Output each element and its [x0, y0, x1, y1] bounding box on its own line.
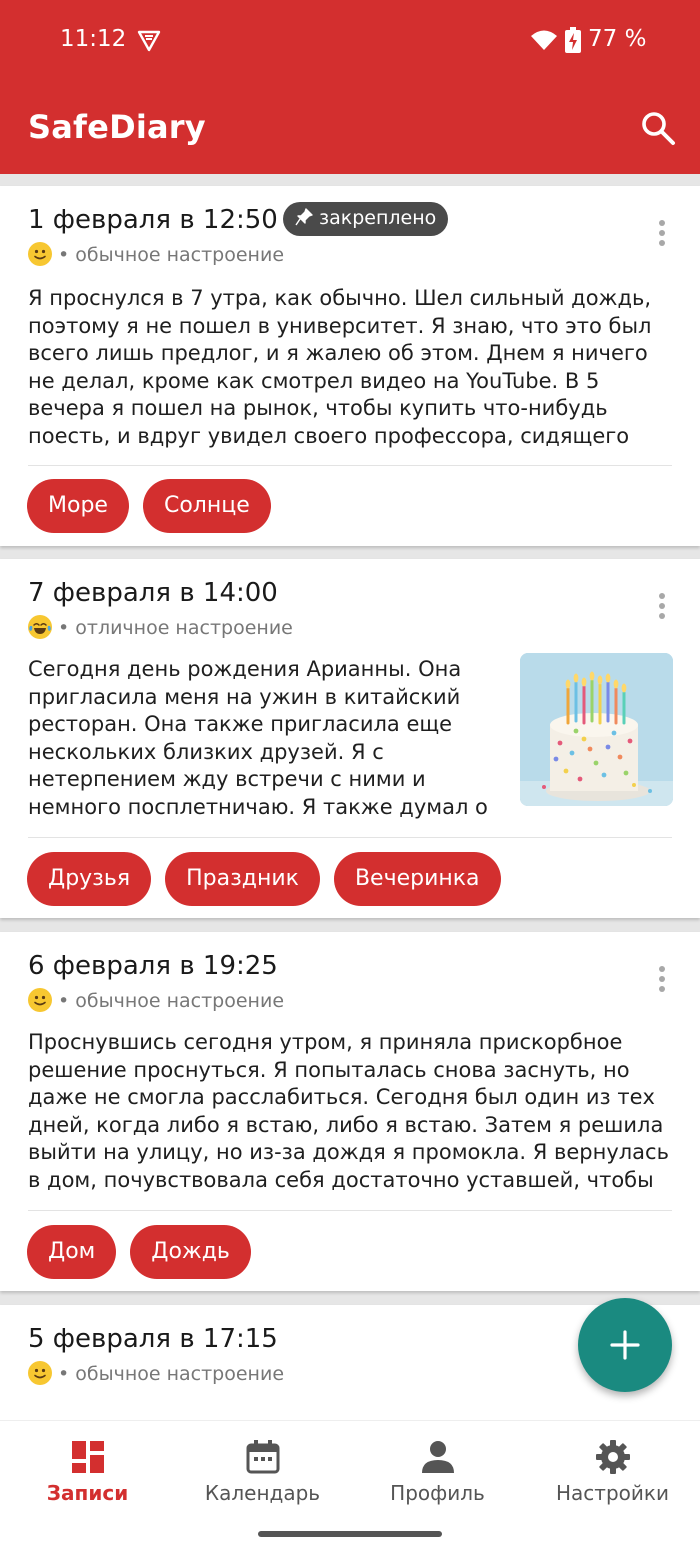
- tag-chip[interactable]: Праздник: [165, 852, 320, 906]
- app-bar: SafeDiary: [0, 80, 700, 174]
- mood-row: • обычное настроение: [28, 988, 284, 1014]
- slightly-smiling-face-icon: [28, 242, 52, 266]
- diary-entry-card[interactable]: 6 февраля в 19:25 • обычное настроение П…: [0, 932, 700, 1291]
- tag-chip[interactable]: Море: [27, 479, 129, 533]
- mood-row: • обычное настроение: [28, 242, 284, 268]
- pinned-label: закреплено: [319, 207, 437, 229]
- entry-date: 7 февраля в 14:00: [28, 578, 278, 608]
- diary-entry-card[interactable]: 1 февраля в 12:50 закреплено • обычное н…: [0, 186, 700, 546]
- nav-label: Записи: [46, 1481, 129, 1505]
- face-with-tears-of-joy-icon: [28, 615, 52, 639]
- divider: [28, 837, 672, 838]
- mood-label: обычное настроение: [75, 1363, 285, 1385]
- mood-label: обычное настроение: [75, 244, 285, 266]
- entry-date: 5 февраля в 17:15: [28, 1324, 278, 1354]
- divider: [28, 1210, 672, 1211]
- entry-image-birthday-cake[interactable]: [520, 653, 673, 806]
- nav-label: Настройки: [556, 1481, 669, 1505]
- diary-entry-card[interactable]: 7 февраля в 14:00 • отличное настроение …: [0, 559, 700, 918]
- nav-label: Профиль: [390, 1481, 485, 1505]
- more-options-icon[interactable]: [654, 966, 670, 996]
- pin-icon: [295, 208, 313, 226]
- pinned-badge: закреплено: [283, 202, 449, 236]
- status-bar: 11:12 77 %: [0, 0, 700, 80]
- dashboard-icon: [72, 1441, 104, 1473]
- search-icon[interactable]: [640, 110, 676, 146]
- nav-settings[interactable]: Настройки: [525, 1421, 700, 1531]
- tag-chip[interactable]: Дождь: [130, 1225, 251, 1279]
- calendar-icon: [246, 1440, 280, 1474]
- tag-list: Море Солнце: [27, 479, 271, 533]
- mood-row: • обычное настроение: [28, 1361, 284, 1387]
- entry-date: 6 февраля в 19:25: [28, 951, 278, 981]
- tag-chip[interactable]: Дом: [27, 1225, 117, 1279]
- mood-row: • отличное настроение: [28, 615, 293, 641]
- nav-entries[interactable]: Записи: [0, 1421, 175, 1531]
- person-icon: [422, 1441, 454, 1473]
- app-title: SafeDiary: [28, 108, 206, 146]
- tag-chip[interactable]: Солнце: [142, 479, 271, 533]
- entry-date: 1 февраля в 12:50: [28, 205, 278, 235]
- mood-label: отличное настроение: [75, 617, 293, 639]
- home-indicator[interactable]: [258, 1531, 442, 1537]
- gear-icon: [596, 1440, 630, 1474]
- more-options-icon[interactable]: [654, 593, 670, 623]
- more-options-icon[interactable]: [654, 220, 670, 250]
- tag-chip[interactable]: Друзья: [27, 852, 152, 906]
- mood-label: обычное настроение: [75, 990, 285, 1012]
- plus-icon: [610, 1330, 640, 1360]
- nav-profile[interactable]: Профиль: [350, 1421, 525, 1531]
- battery-charging-icon: [565, 27, 581, 53]
- entry-text: Проснувшись сегодня утром, я приняла при…: [28, 1030, 669, 1192]
- status-time: 11:12: [60, 26, 127, 52]
- tag-list: Дом Дождь: [27, 1225, 251, 1279]
- battery-percent: 77 %: [588, 26, 647, 52]
- nav-label: Календарь: [204, 1481, 321, 1505]
- entry-text: Я проснулся в 7 утра, как обычно. Шел си…: [28, 286, 652, 448]
- entry-text: Сегодня день рождения Арианны. Она пригл…: [28, 657, 488, 819]
- wifi-icon: [531, 30, 557, 50]
- slightly-smiling-face-icon: [28, 1361, 52, 1385]
- divider: [28, 465, 672, 466]
- vpn-shield-icon: [137, 30, 161, 52]
- slightly-smiling-face-icon: [28, 988, 52, 1012]
- tag-list: Друзья Праздник Вечеринка: [27, 852, 501, 906]
- add-entry-button[interactable]: [578, 1298, 672, 1392]
- nav-calendar[interactable]: Календарь: [175, 1421, 350, 1531]
- tag-chip[interactable]: Вечеринка: [333, 852, 501, 906]
